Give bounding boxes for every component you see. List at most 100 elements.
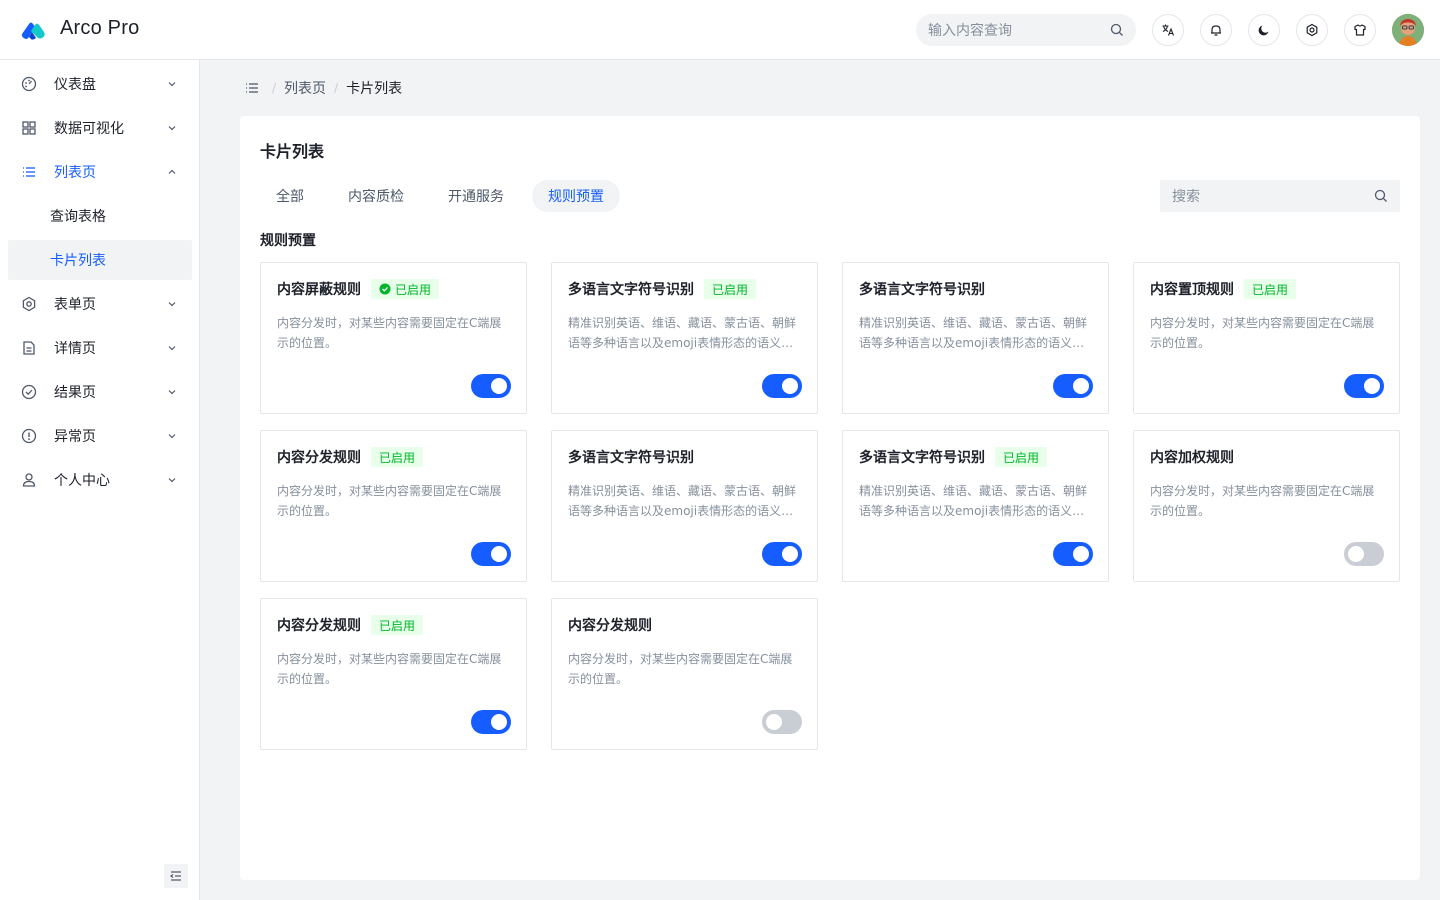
enable-switch[interactable] <box>1053 542 1093 566</box>
card-description: 精准识别英语、维语、藏语、蒙古语、朝鲜语等多种语言以及emoji表情形态的语义识… <box>568 484 797 518</box>
card-description: 内容分发时，对某些内容需要固定在C端展示的位置。 <box>277 484 502 518</box>
page-title: 卡片列表 <box>260 142 325 161</box>
sidebar-item-user-center[interactable]: 个人中心 <box>8 460 192 500</box>
switch-knob <box>782 378 798 394</box>
global-search-input[interactable]: 输入内容查询 <box>916 14 1136 46</box>
rule-card: 内容分发规则 内容分发时，对某些内容需要固定在C端展示的位置。 <box>551 598 818 750</box>
card-title: 内容分发规则 <box>277 618 361 634</box>
settings-icon <box>22 296 36 312</box>
theme-toggle-button[interactable] <box>1248 14 1280 46</box>
card-description: 内容分发时，对某些内容需要固定在C端展示的位置。 <box>1150 484 1375 518</box>
card-description: 精准识别英语、维语、藏语、蒙古语、朝鲜语等多种语言以及emoji表情形态的语义识… <box>859 484 1088 518</box>
rule-card: 内容屏蔽规则 已启用 内容分发时，对某些内容需要固定在C端展示的位置。 <box>260 262 527 414</box>
tab-content-check[interactable]: 内容质检 <box>332 180 420 212</box>
sidebar-item-label: 结果页 <box>54 385 96 401</box>
enable-switch[interactable] <box>762 374 802 398</box>
breadcrumb-separator: / <box>334 81 339 95</box>
sidebar-item-profile[interactable]: 详情页 <box>8 328 192 368</box>
rule-card: 多语言文字符号识别 精准识别英语、维语、藏语、蒙古语、朝鲜语等多种语言以及emo… <box>842 262 1109 414</box>
card-title: 内容分发规则 <box>277 450 361 466</box>
card-description: 内容分发时，对某些内容需要固定在C端展示的位置。 <box>568 652 793 686</box>
card-description: 精准识别英语、维语、藏语、蒙古语、朝鲜语等多种语言以及emoji表情形态的语义识… <box>568 316 797 350</box>
chevron-down-icon <box>168 82 176 87</box>
skin-button[interactable] <box>1344 14 1376 46</box>
user-avatar[interactable] <box>1392 14 1424 46</box>
section-title: 规则预置 <box>260 233 316 249</box>
global-search-placeholder: 输入内容查询 <box>928 23 1012 39</box>
switch-knob <box>1073 378 1089 394</box>
status-badge: 已启用 <box>704 279 757 299</box>
sidebar-item-form[interactable]: 表单页 <box>8 284 192 324</box>
sidebar-item-list[interactable]: 列表页 <box>8 152 192 192</box>
sidebar-item-exception[interactable]: 异常页 <box>8 416 192 456</box>
enable-switch[interactable] <box>762 710 802 734</box>
switch-knob <box>766 714 782 730</box>
sidebar-item-label: 数据可视化 <box>54 121 124 137</box>
list-icon <box>23 167 35 177</box>
language-icon <box>1162 24 1175 36</box>
rule-card: 多语言文字符号识别 已启用 精准识别英语、维语、藏语、蒙古语、朝鲜语等多种语言以… <box>842 430 1109 582</box>
enable-switch[interactable] <box>762 542 802 566</box>
sidebar-item-label: 列表页 <box>54 165 96 181</box>
chevron-down-icon <box>168 390 176 395</box>
chevron-down-icon <box>168 434 176 439</box>
switch-knob <box>1364 378 1380 394</box>
chevron-down-icon <box>168 302 176 307</box>
status-badge: 已启用 <box>371 447 424 467</box>
status-badge: 已启用 <box>1244 279 1297 299</box>
enable-switch[interactable] <box>1344 542 1384 566</box>
card-search-placeholder: 搜索 <box>1172 189 1200 205</box>
enable-switch[interactable] <box>471 542 511 566</box>
arco-logo[interactable] <box>20 19 46 41</box>
sidebar-item-result[interactable]: 结果页 <box>8 372 192 412</box>
notification-button[interactable] <box>1200 14 1232 46</box>
breadcrumb-separator: / <box>272 81 277 95</box>
breadcrumb-current: 卡片列表 <box>346 81 403 97</box>
sidebar-item-label: 异常页 <box>54 429 96 445</box>
card-title: 多语言文字符号识别 <box>859 282 985 298</box>
chevron-down-icon <box>168 478 176 483</box>
sidebar-item-dashboard[interactable]: 仪表盘 <box>8 64 192 104</box>
card-search-input[interactable]: 搜索 <box>1160 180 1400 212</box>
top-navbar: Arco Pro 输入内容查询 <box>0 0 1440 60</box>
apps-icon <box>22 121 36 135</box>
switch-knob <box>491 378 507 394</box>
rule-card: 内容分发规则 已启用 内容分发时，对某些内容需要固定在C端展示的位置。 <box>260 430 527 582</box>
sidebar-item-label: 个人中心 <box>54 473 110 489</box>
menu-fold-icon <box>170 871 181 881</box>
switch-knob <box>1348 546 1364 562</box>
tab-all[interactable]: 全部 <box>260 180 320 212</box>
switch-knob <box>1073 546 1089 562</box>
card-title: 多语言文字符号识别 <box>568 450 694 466</box>
file-icon <box>23 341 35 355</box>
tab-service[interactable]: 开通服务 <box>432 180 520 212</box>
sidebar-item-label: 仪表盘 <box>54 77 96 93</box>
enable-switch[interactable] <box>471 710 511 734</box>
rule-card: 多语言文字符号识别 已启用 精准识别英语、维语、藏语、蒙古语、朝鲜语等多种语言以… <box>551 262 818 414</box>
switch-knob <box>782 546 798 562</box>
check-circle-icon <box>379 283 391 295</box>
enable-switch[interactable] <box>1344 374 1384 398</box>
status-badge-label: 已启用 <box>395 282 432 297</box>
language-button[interactable] <box>1152 14 1184 46</box>
dashboard-icon <box>21 76 37 92</box>
breadcrumb-item[interactable]: 列表页 <box>284 78 326 98</box>
settings-icon <box>1306 23 1318 37</box>
list-icon <box>246 83 258 93</box>
sidebar-subitem-card-list[interactable]: 卡片列表 <box>8 240 192 280</box>
sidebar-item-visualization[interactable]: 数据可视化 <box>8 108 192 148</box>
rule-card: 内容加权规则 内容分发时，对某些内容需要固定在C端展示的位置。 <box>1133 430 1400 582</box>
rule-card: 内容分发规则 已启用 内容分发时，对某些内容需要固定在C端展示的位置。 <box>260 598 527 750</box>
search-icon[interactable] <box>1374 189 1388 203</box>
user-icon <box>22 473 36 487</box>
enable-switch[interactable] <box>471 374 511 398</box>
card-title: 内容加权规则 <box>1150 450 1234 466</box>
search-icon[interactable] <box>1110 23 1124 37</box>
sidebar-collapse-button[interactable] <box>164 864 188 888</box>
sidebar-subitem-search-table[interactable]: 查询表格 <box>8 196 192 236</box>
tab-rules-preset[interactable]: 规则预置 <box>532 180 620 212</box>
enable-switch[interactable] <box>1053 374 1093 398</box>
card-title: 内容置顶规则 <box>1150 282 1234 298</box>
settings-button[interactable] <box>1296 14 1328 46</box>
chevron-down-icon <box>168 346 176 351</box>
